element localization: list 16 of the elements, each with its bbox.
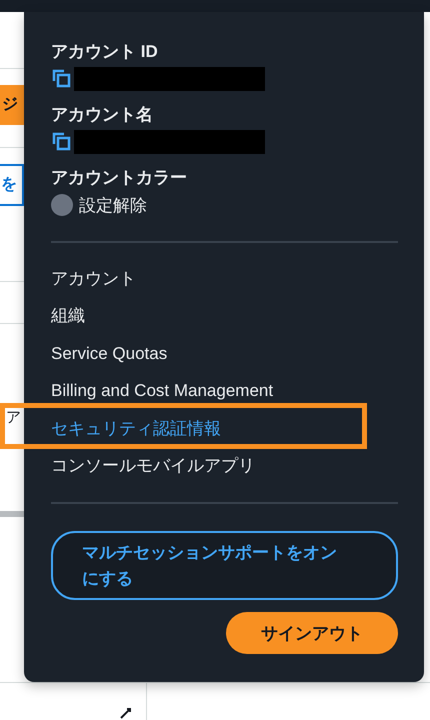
field-label: アカウントカラー <box>51 167 188 189</box>
menu-item[interactable]: 組織 <box>51 298 398 335</box>
field-label: アカウント名 <box>51 104 154 126</box>
multi-session-button[interactable]: マルチセッションサポートをオンにする <box>51 531 398 600</box>
cut-label: ア <box>5 408 22 427</box>
menu-item[interactable]: Billing and Cost Management <box>51 372 398 410</box>
field-value[interactable]: 設定解除 <box>79 194 147 216</box>
menu-item[interactable]: Service Quotas <box>51 335 398 372</box>
cut-button[interactable]: ジ <box>0 85 24 125</box>
field-label: アカウント ID <box>51 41 159 63</box>
pencil-icon[interactable] <box>118 705 134 720</box>
scrollbar[interactable] <box>0 511 24 517</box>
menu-item[interactable]: セキュリティ認証情報 <box>51 410 398 448</box>
menu-item[interactable]: アカウント <box>51 260 398 298</box>
menu-item[interactable]: コンソールモバイルアプリ <box>51 448 398 485</box>
sign-out-button[interactable]: サインアウト <box>226 612 398 654</box>
